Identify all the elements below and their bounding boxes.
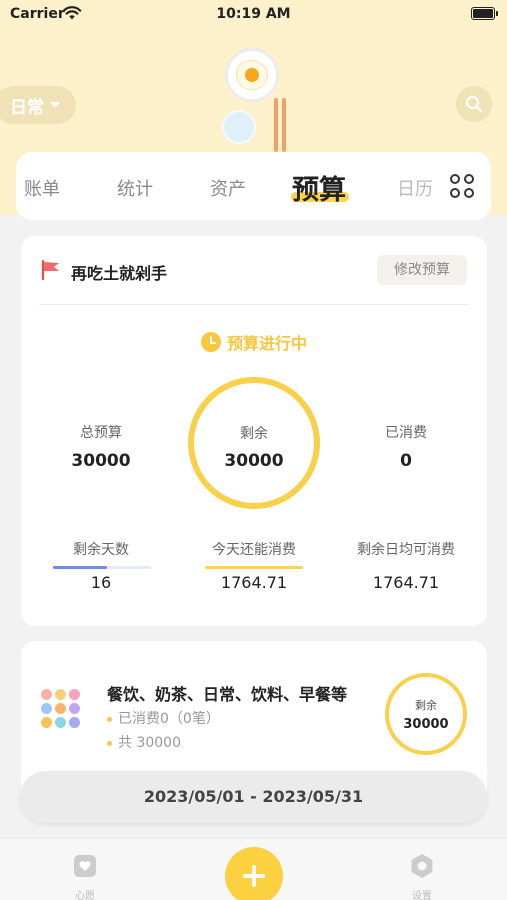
plate-illustration — [225, 48, 279, 102]
budget-card: 再吃土就剁手 修改预算 预算进行中 总预算 30000 剩余 30000 已消费… — [21, 236, 487, 626]
all-tabs-grid-icon[interactable] — [450, 174, 476, 200]
daily-average-value: 1764.71 — [372, 573, 440, 592]
spent-stat: 已消费 0 — [331, 422, 481, 471]
battery-icon — [471, 7, 498, 20]
clock-time: 10:19 AM — [216, 6, 291, 22]
book-selector[interactable]: 日常 — [0, 86, 76, 124]
daily-average-label: 剩余日均可消费 — [357, 542, 455, 558]
settings-gear-icon — [411, 854, 433, 878]
search-icon — [465, 95, 483, 113]
search-button[interactable] — [456, 86, 492, 122]
clock-icon — [200, 332, 221, 352]
modify-budget-button[interactable]: 修改预算 — [377, 255, 467, 285]
nav-settings-label: 设置 — [412, 891, 432, 900]
budget-status-text: 预算进行中 — [226, 334, 307, 353]
remaining-value: 30000 — [224, 451, 284, 471]
remaining-label: 剩余 — [240, 426, 268, 442]
category-spent: 已消费0（0笔） — [107, 708, 220, 728]
nav-wish[interactable]: 心愿 — [55, 853, 115, 900]
book-name: 日常 — [10, 97, 44, 118]
category-title: 餐饮、奶茶、日常、饮料、早餐等 — [107, 685, 348, 704]
flag-icon — [41, 259, 59, 281]
tab-assets[interactable]: 资产 — [210, 175, 246, 201]
days-left-value: 16 — [90, 573, 112, 592]
bottom-nav: 心愿 设置 — [0, 838, 507, 900]
total-budget-stat: 总预算 30000 — [26, 422, 176, 471]
remaining-ring: 剩余 30000 — [188, 377, 320, 509]
category-grid-icon — [41, 689, 87, 735]
today-spend-bar — [205, 566, 303, 569]
tab-calendar[interactable]: 日历 — [397, 175, 433, 201]
category-remaining-label: 剩余 — [415, 699, 437, 712]
wish-heart-icon — [74, 855, 96, 877]
nav-settings[interactable]: 设置 — [392, 853, 452, 900]
category-remaining-value: 30000 — [403, 717, 449, 732]
spent-value: 0 — [400, 451, 412, 471]
add-record-button[interactable] — [225, 847, 283, 900]
date-range-selector[interactable]: 2023/05/01 - 2023/05/31 — [20, 771, 487, 823]
status-bar: Carrier 10:19 AM — [0, 0, 507, 30]
spent-label: 已消费 — [385, 425, 427, 441]
today-spend-value: 1764.71 — [220, 573, 288, 592]
tab-statistics[interactable]: 统计 — [117, 175, 153, 201]
total-budget-value: 30000 — [71, 451, 131, 471]
category-remaining-ring: 剩余 30000 — [385, 673, 467, 755]
chopstick-right — [282, 98, 286, 152]
total-budget-label: 总预算 — [80, 425, 122, 441]
chopstick-left — [274, 98, 278, 152]
days-left-progress-fill — [53, 566, 107, 569]
days-left-label: 剩余天数 — [73, 542, 129, 558]
category-spent-text: 已消费0（0笔） — [118, 711, 220, 727]
tab-bar: 账单 统计 资产 预算 日历 — [16, 152, 491, 220]
category-total-text: 共 30000 — [118, 735, 181, 751]
budget-status: 预算进行中 — [21, 330, 487, 354]
category-total: 共 30000 — [107, 732, 181, 752]
tab-budget[interactable]: 预算 — [292, 168, 346, 207]
divider — [39, 304, 469, 305]
caret-down-icon — [50, 102, 60, 108]
egg-yolk — [245, 68, 259, 82]
budget-name: 再吃土就剁手 — [71, 264, 168, 283]
bowl-illustration — [222, 110, 256, 144]
tab-bills[interactable]: 账单 — [24, 175, 60, 201]
today-spend-label: 今天还能消费 — [212, 542, 296, 558]
days-left-progress — [53, 566, 151, 569]
nav-wish-label: 心愿 — [75, 891, 95, 900]
daily-average-stat: 剩余日均可消费 1764.71 — [331, 539, 481, 592]
